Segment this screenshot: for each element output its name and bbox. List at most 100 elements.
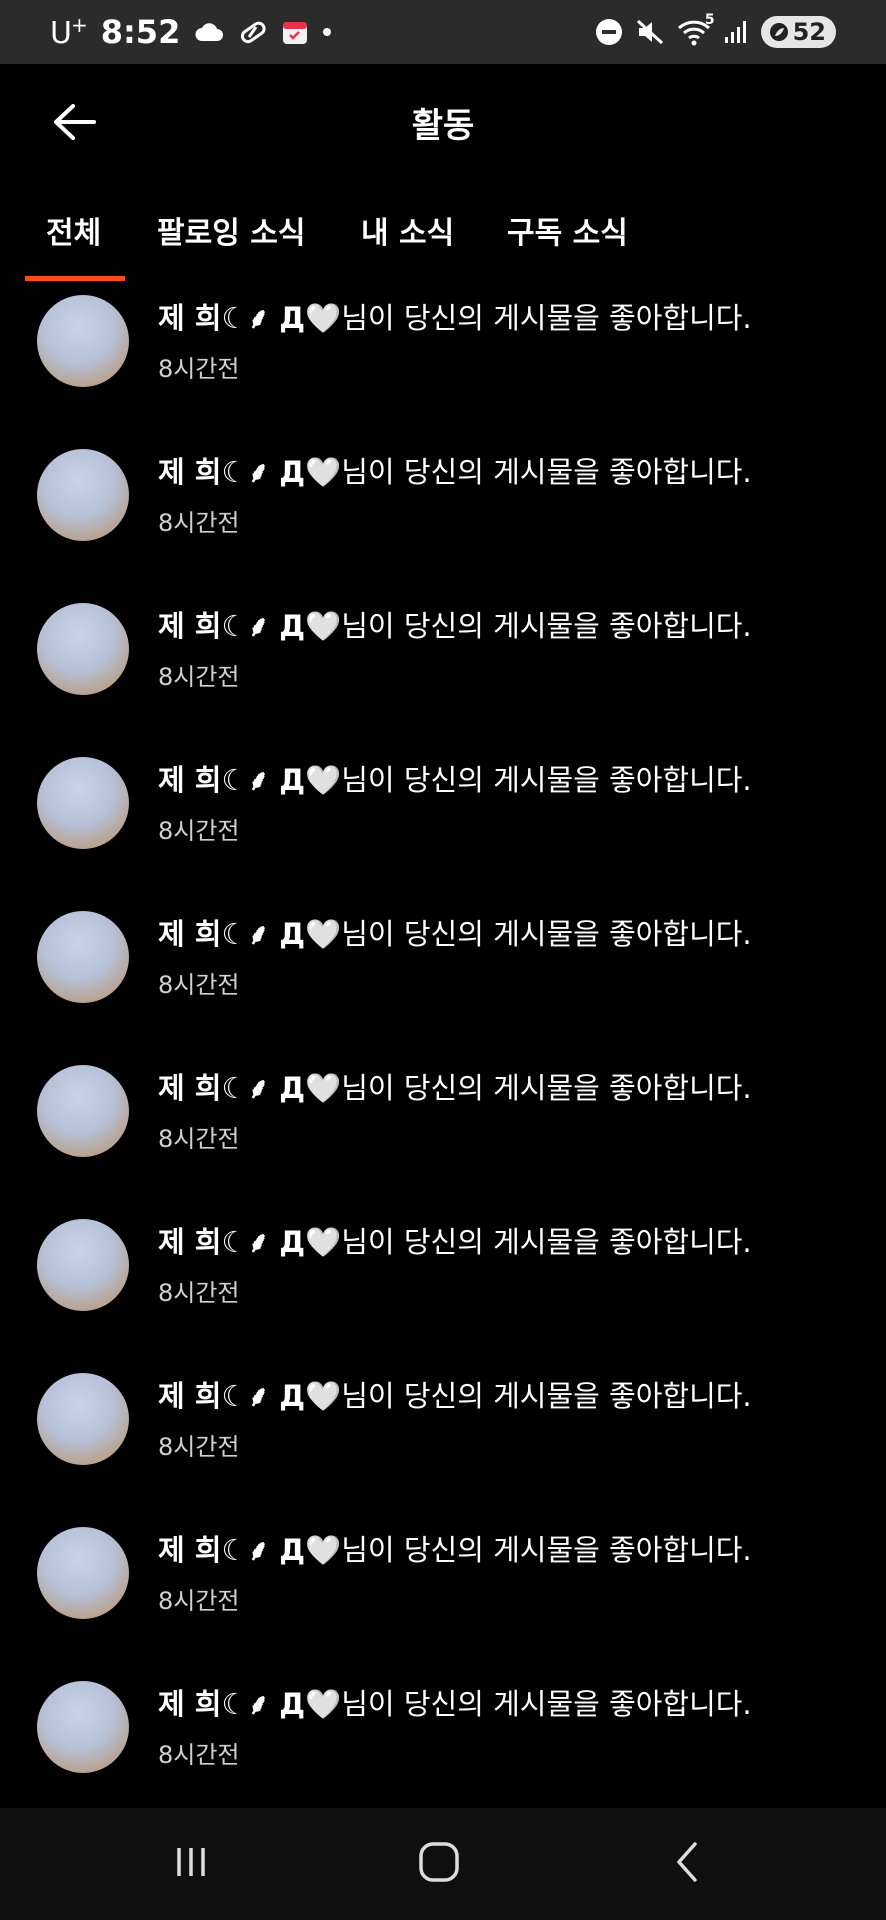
heart-icon: 🤍 <box>305 1071 342 1105</box>
recent-apps-button[interactable] <box>131 1808 251 1920</box>
dot-icon <box>322 27 332 37</box>
notification-message: 님이 당신의 게시물을 좋아합니다. <box>341 301 752 335</box>
timestamp: 8시간전 <box>158 1125 240 1153</box>
system-back-button[interactable] <box>628 1808 748 1920</box>
heart-icon: 🤍 <box>305 1533 342 1567</box>
timestamp: 8시간전 <box>158 1741 240 1769</box>
timestamp: 8시간전 <box>158 1587 240 1615</box>
tab-bar: 전체 팔로잉 소식 내 소식 구독 소식 <box>0 190 886 281</box>
username: 제 희☾⸙ Д <box>158 763 306 797</box>
battery-icon: 52 <box>760 16 836 48</box>
notification-text: 제 희☾⸙ Д🤍님이 당신의 게시물을 좋아합니다. <box>158 757 752 799</box>
active-tab-indicator <box>25 276 125 281</box>
home-icon <box>417 1840 461 1888</box>
list-item[interactable]: 제 희☾⸙ Д🤍님이 당신의 게시물을 좋아합니다. 8시간전 <box>0 1515 886 1669</box>
tab-my-news[interactable]: 내 소식 <box>361 208 454 252</box>
notification-message: 님이 당신의 게시물을 좋아합니다. <box>341 1379 752 1413</box>
notification-message: 님이 당신의 게시물을 좋아합니다. <box>341 609 752 643</box>
wifi-badge: 5 <box>704 12 715 28</box>
list-item[interactable]: 제 희☾⸙ Д🤍님이 당신의 게시물을 좋아합니다. 8시간전 <box>0 1669 886 1823</box>
timestamp: 8시간전 <box>158 817 240 845</box>
avatar[interactable] <box>37 1373 129 1465</box>
heart-icon: 🤍 <box>305 301 342 335</box>
avatar[interactable] <box>37 1065 129 1157</box>
heart-icon: 🤍 <box>305 455 342 489</box>
tab-subscriptions[interactable]: 구독 소식 <box>507 208 628 252</box>
username: 제 희☾⸙ Д <box>158 609 306 643</box>
carrier-label: U+ <box>50 13 88 51</box>
avatar[interactable] <box>37 1219 129 1311</box>
notification-message: 님이 당신의 게시물을 좋아합니다. <box>341 1533 752 1567</box>
avatar[interactable] <box>37 757 129 849</box>
username: 제 희☾⸙ Д <box>158 1225 306 1259</box>
notification-text: 제 희☾⸙ Д🤍님이 당신의 게시물을 좋아합니다. <box>158 1527 752 1569</box>
heart-icon: 🤍 <box>305 609 342 643</box>
app-header: 활동 <box>0 64 886 176</box>
notification-message: 님이 당신의 게시물을 좋아합니다. <box>341 1071 752 1105</box>
signal-icon <box>723 19 749 45</box>
notification-text: 제 희☾⸙ Д🤍님이 당신의 게시물을 좋아합니다. <box>158 449 752 491</box>
timestamp: 8시간전 <box>158 1433 240 1461</box>
heart-icon: 🤍 <box>305 1379 342 1413</box>
timestamp: 8시간전 <box>158 1279 240 1307</box>
list-item[interactable]: 제 희☾⸙ Д🤍님이 당신의 게시물을 좋아합니다. 8시간전 <box>0 437 886 591</box>
username: 제 희☾⸙ Д <box>158 1071 306 1105</box>
list-item[interactable]: 제 희☾⸙ Д🤍님이 당신의 게시물을 좋아합니다. 8시간전 <box>0 745 886 899</box>
username: 제 희☾⸙ Д <box>158 301 306 335</box>
avatar[interactable] <box>37 1527 129 1619</box>
notification-text: 제 희☾⸙ Д🤍님이 당신의 게시물을 좋아합니다. <box>158 1065 752 1107</box>
notification-text: 제 희☾⸙ Д🤍님이 당신의 게시물을 좋아합니다. <box>158 295 752 337</box>
heart-icon: 🤍 <box>305 763 342 797</box>
list-item[interactable]: 제 희☾⸙ Д🤍님이 당신의 게시물을 좋아합니다. 8시간전 <box>0 1207 886 1361</box>
list-item[interactable]: 제 희☾⸙ Д🤍님이 당신의 게시물을 좋아합니다. 8시간전 <box>0 283 886 437</box>
battery-level: 52 <box>792 18 826 46</box>
username: 제 희☾⸙ Д <box>158 455 306 489</box>
list-item[interactable]: 제 희☾⸙ Д🤍님이 당신의 게시물을 좋아합니다. 8시간전 <box>0 591 886 745</box>
avatar[interactable] <box>37 295 129 387</box>
username: 제 희☾⸙ Д <box>158 1533 306 1567</box>
recent-apps-icon <box>171 1842 211 1886</box>
list-item[interactable]: 제 희☾⸙ Д🤍님이 당신의 게시물을 좋아합니다. 8시간전 <box>0 899 886 1053</box>
notification-text: 제 희☾⸙ Д🤍님이 당신의 게시물을 좋아합니다. <box>158 911 752 953</box>
status-time: 8:52 <box>100 13 181 51</box>
username: 제 희☾⸙ Д <box>158 1687 306 1721</box>
notification-message: 님이 당신의 게시물을 좋아합니다. <box>341 455 752 489</box>
cloud-icon <box>194 21 224 43</box>
notification-text: 제 희☾⸙ Д🤍님이 당신의 게시물을 좋아합니다. <box>158 1681 752 1723</box>
avatar[interactable] <box>37 603 129 695</box>
calendar-icon <box>282 19 308 45</box>
status-bar: U+ 8:52 5 52 <box>0 0 886 64</box>
timestamp: 8시간전 <box>158 971 240 999</box>
timestamp: 8시간전 <box>158 663 240 691</box>
pill-icon <box>238 19 268 45</box>
heart-icon: 🤍 <box>305 1225 342 1259</box>
wifi-icon: 5 <box>677 12 715 46</box>
timestamp: 8시간전 <box>158 355 240 383</box>
notification-message: 님이 당신의 게시물을 좋아합니다. <box>341 917 752 951</box>
tab-following[interactable]: 팔로잉 소식 <box>157 208 305 252</box>
notification-message: 님이 당신의 게시물을 좋아합니다. <box>341 763 752 797</box>
tab-all[interactable]: 전체 <box>46 208 101 252</box>
mute-icon <box>635 18 665 46</box>
heart-icon: 🤍 <box>305 917 342 951</box>
home-button[interactable] <box>379 1808 499 1920</box>
avatar[interactable] <box>37 449 129 541</box>
notification-message: 님이 당신의 게시물을 좋아합니다. <box>341 1225 752 1259</box>
system-nav-bar <box>0 1808 886 1920</box>
notification-message: 님이 당신의 게시물을 좋아합니다. <box>341 1687 752 1721</box>
avatar[interactable] <box>37 1681 129 1773</box>
page-title: 활동 <box>411 106 475 146</box>
heart-icon: 🤍 <box>305 1687 342 1721</box>
username: 제 희☾⸙ Д <box>158 1379 306 1413</box>
avatar[interactable] <box>37 911 129 1003</box>
chevron-left-icon <box>671 1840 705 1888</box>
username: 제 희☾⸙ Д <box>158 917 306 951</box>
notification-text: 제 희☾⸙ Д🤍님이 당신의 게시물을 좋아합니다. <box>158 1373 752 1415</box>
do-not-disturb-icon <box>595 18 623 46</box>
notification-text: 제 희☾⸙ Д🤍님이 당신의 게시물을 좋아합니다. <box>158 1219 752 1261</box>
list-item[interactable]: 제 희☾⸙ Д🤍님이 당신의 게시물을 좋아합니다. 8시간전 <box>0 1361 886 1515</box>
timestamp: 8시간전 <box>158 509 240 537</box>
notification-text: 제 희☾⸙ Д🤍님이 당신의 게시물을 좋아합니다. <box>158 603 752 645</box>
list-item[interactable]: 제 희☾⸙ Д🤍님이 당신의 게시물을 좋아합니다. 8시간전 <box>0 1053 886 1207</box>
notification-list: 제 희☾⸙ Д🤍님이 당신의 게시물을 좋아합니다. 8시간전 제 희☾⸙ Д🤍… <box>0 283 886 1823</box>
